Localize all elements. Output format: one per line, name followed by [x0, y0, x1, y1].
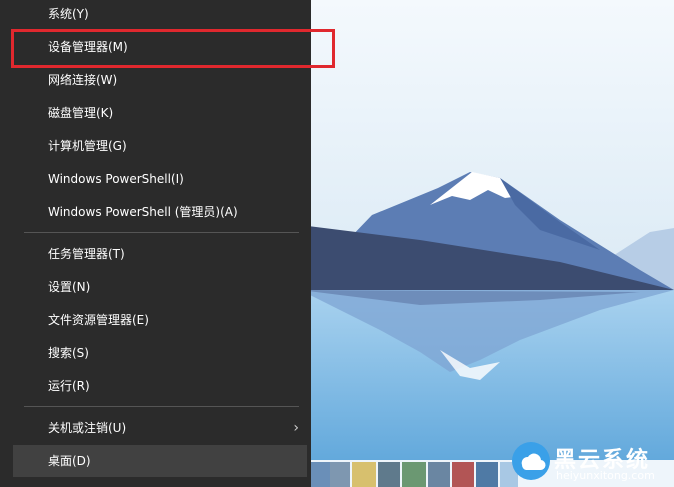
taskbar-tile[interactable] [428, 462, 450, 487]
taskbar-tile[interactable] [402, 462, 426, 487]
taskbar-tile[interactable] [476, 462, 498, 487]
taskbar-tile[interactable] [378, 462, 400, 487]
winx-context-menu: 系统(Y) 设备管理器(M) 网络连接(W) 磁盘管理(K) 计算机管理(G) … [0, 0, 311, 487]
menu-item-label: 任务管理器(T) [48, 247, 125, 261]
menu-item-label: 计算机管理(G) [48, 139, 127, 153]
menu-item-label: 搜索(S) [48, 346, 89, 360]
menu-item-label: 运行(R) [48, 379, 90, 393]
taskbar-tile[interactable] [308, 462, 330, 487]
menu-item-task-manager[interactable]: 任务管理器(T) [13, 238, 307, 270]
menu-item-desktop[interactable]: 桌面(D) [13, 445, 307, 477]
menu-item-powershell[interactable]: Windows PowerShell(I) [13, 163, 307, 195]
menu-separator [24, 406, 299, 407]
taskbar-tile[interactable] [352, 462, 376, 487]
menu-item-label: 桌面(D) [48, 454, 91, 468]
menu-item-network-connections[interactable]: 网络连接(W) [13, 64, 307, 96]
menu-item-file-explorer[interactable]: 文件资源管理器(E) [13, 304, 307, 336]
watermark-url: heiyunxitong.com [556, 469, 655, 482]
menu-item-system[interactable]: 系统(Y) [13, 0, 307, 30]
menu-item-disk-management[interactable]: 磁盘管理(K) [13, 97, 307, 129]
chevron-right-icon: › [293, 420, 299, 436]
menu-item-label: 系统(Y) [48, 7, 89, 21]
menu-item-label: 关机或注销(U) [48, 421, 127, 435]
menu-item-label: 网络连接(W) [48, 73, 118, 87]
menu-item-shutdown-signout[interactable]: 关机或注销(U) › [13, 412, 307, 444]
highlight-annotation-box [11, 29, 335, 68]
menu-item-label: 磁盘管理(K) [48, 106, 114, 120]
menu-item-powershell-admin[interactable]: Windows PowerShell (管理员)(A) [13, 196, 307, 228]
menu-item-label: 设置(N) [48, 280, 91, 294]
menu-item-run[interactable]: 运行(R) [13, 370, 307, 402]
taskbar-tile[interactable] [330, 462, 350, 487]
menu-item-search[interactable]: 搜索(S) [13, 337, 307, 369]
menu-item-settings[interactable]: 设置(N) [13, 271, 307, 303]
menu-item-label: 文件资源管理器(E) [48, 313, 149, 327]
taskbar-tile[interactable] [452, 462, 474, 487]
menu-item-label: Windows PowerShell(I) [48, 172, 184, 186]
menu-item-label: Windows PowerShell (管理员)(A) [48, 205, 238, 219]
cloud-logo-icon [512, 442, 550, 480]
menu-separator [24, 232, 299, 233]
watermark: 黑云系统 heiyunxitong.com [508, 438, 670, 484]
menu-item-computer-management[interactable]: 计算机管理(G) [13, 130, 307, 162]
